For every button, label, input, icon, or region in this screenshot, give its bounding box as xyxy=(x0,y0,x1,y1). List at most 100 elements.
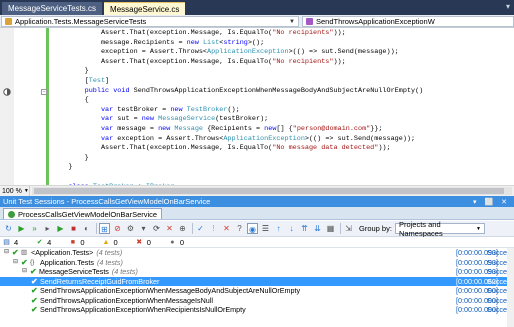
show-failed-icon[interactable]: ✕ xyxy=(221,223,232,234)
warning-icon: ▲ xyxy=(102,238,110,246)
track-running-icon[interactable]: ⊞ xyxy=(99,223,110,234)
group-by-select[interactable]: Projects and Namespaces ▼ xyxy=(394,220,485,238)
code-token: Test xyxy=(88,76,106,85)
code-token: testBroker = xyxy=(113,105,171,114)
tree-node: ✔ SendThrowsApplicationExceptionWhenRecip… xyxy=(31,305,246,315)
tool-window-title-bar: Unit Test Sessions - ProcessCallsGetView… xyxy=(0,196,514,207)
coverage-icon[interactable]: ◐ xyxy=(81,223,92,234)
tab-label: MessageService.cs xyxy=(110,4,180,14)
test-count[interactable]: ▲ 0 xyxy=(103,238,118,247)
tab-list-dropdown-icon[interactable]: ▾ xyxy=(506,2,510,11)
cancel-icon[interactable]: ⊘ xyxy=(112,223,123,234)
code-token: sut = xyxy=(113,115,142,124)
test-count-value: 4 xyxy=(47,237,52,247)
test-tree-row[interactable]: ⊟ ✔ ▥ <Application.Tests> (4 tests) [0:00:00.… xyxy=(0,248,514,258)
passed-icon: ✔ xyxy=(30,267,37,276)
test-tree-row[interactable]: ✔ SendThrowsApplicationExceptionWhenMessa… xyxy=(0,286,514,296)
session-icon xyxy=(8,210,15,218)
collapse-icon[interactable]: ⊟ xyxy=(13,258,21,268)
show-ignored-icon[interactable]: ! xyxy=(208,223,219,234)
tree-node: ✔ SendThrowsApplicationExceptionWhenMessa… xyxy=(31,286,300,296)
vertical-scrollbar[interactable] xyxy=(507,248,514,327)
tab-message-service[interactable]: MessageService.cs xyxy=(104,2,186,15)
check-icon: ✔ xyxy=(36,238,43,246)
test-count[interactable]: ● 0 xyxy=(169,238,184,247)
scrollbar-thumb[interactable] xyxy=(34,188,504,194)
next-icon[interactable]: ↓ xyxy=(286,223,297,234)
code-token: ApplicationException xyxy=(207,48,289,57)
horizontal-scrollbar[interactable] xyxy=(32,187,512,195)
test-count[interactable]: ✔ 4 xyxy=(36,237,52,247)
tab-message-service-tests[interactable]: MessageServiceTests.cs xyxy=(2,2,103,15)
code-token: var xyxy=(100,124,114,133)
type-selector[interactable]: Application.Tests.MessageServiceTests ▼ xyxy=(1,16,299,27)
editor-tab-strip: MessageServiceTests.cs MessageService.cs… xyxy=(0,0,514,15)
code-line: exception = Assert.Throws<ApplicationExc… xyxy=(0,48,514,58)
show-unknown-icon[interactable]: ? xyxy=(234,223,245,234)
run-until-fail-icon[interactable]: ⟳ xyxy=(151,223,162,234)
fold-toggle-icon[interactable]: − xyxy=(41,88,47,95)
unit-test-options-icon[interactable]: ⚙ xyxy=(125,223,136,234)
run-failed-icon[interactable]: ▶ xyxy=(55,223,66,234)
editor-bottom-bar: 100 % ▼ xyxy=(0,185,514,196)
filter-dropdown-icon[interactable]: ▾ xyxy=(138,223,149,234)
tree-node: ✔ SendReturnsReceiptGuidFromBroker xyxy=(31,277,159,287)
refresh-icon[interactable]: ↻ xyxy=(3,223,14,234)
code-text: } xyxy=(52,67,89,77)
output-icon[interactable]: ☰ xyxy=(260,223,271,234)
code-token: ] xyxy=(105,76,110,85)
cross-icon: ✖ xyxy=(136,238,143,246)
debug-icon[interactable]: ▸ xyxy=(42,223,53,234)
previous-icon[interactable]: ↑ xyxy=(273,223,284,234)
test-tree-row[interactable]: ✔ SendThrowsApplicationExceptionWhenMessa… xyxy=(0,296,514,306)
session-tab[interactable]: ProcessCallsGetViewModelOnBarService xyxy=(3,208,163,219)
code-text: public void SendThrowsApplicationExcepti… xyxy=(52,87,424,97)
expand-all-icon[interactable]: ⇊ xyxy=(312,223,323,234)
code-line: } xyxy=(0,67,514,77)
collapse-all-icon[interactable]: ⇈ xyxy=(299,223,310,234)
code-line: [Test] xyxy=(0,77,514,87)
zoom-selector[interactable]: 100 % ▼ xyxy=(0,186,30,196)
test-count-suffix: (4 tests) xyxy=(96,257,123,267)
test-count[interactable]: ■ 0 xyxy=(69,238,85,247)
remove-icon[interactable]: ✕ xyxy=(164,223,175,234)
code-line: } xyxy=(0,154,514,164)
test-name: MessageServiceTests xyxy=(39,267,109,276)
stop-icon[interactable]: ■ xyxy=(68,223,79,234)
session-tab-label: ProcessCallsGetViewModelOnBarService xyxy=(18,209,158,219)
collapse-icon[interactable]: ⊟ xyxy=(22,267,30,277)
code-token: "No recipients" xyxy=(272,57,334,66)
layout-icon[interactable]: ▦ xyxy=(325,223,336,234)
method-icon xyxy=(306,18,313,25)
code-text: } xyxy=(52,163,72,173)
window-controls[interactable]: ▾ ⬜ ✕ xyxy=(473,198,510,206)
run-selected-icon[interactable]: » xyxy=(29,223,40,234)
code-token: {Recipients = xyxy=(202,124,265,133)
session-tab-strip: ProcessCallsGetViewModelOnBarService xyxy=(0,207,514,220)
test-tree-row[interactable]: ⊟ ✔ MessageServiceTests (4 tests) [0:00:00.0… xyxy=(0,267,514,277)
collapse-icon[interactable]: ⊟ xyxy=(4,248,12,258)
code-line: } xyxy=(0,163,514,173)
member-selector[interactable]: SendThrowsApplicationExceptionW xyxy=(302,16,514,27)
code-token: exception = Assert.Throws< xyxy=(113,134,224,143)
test-tree-row[interactable]: ✔ SendThrowsApplicationExceptionWhenRecip… xyxy=(0,305,514,315)
export-icon[interactable]: ⇲ xyxy=(343,223,354,234)
run-all-icon[interactable]: ▶ xyxy=(16,223,27,234)
test-count[interactable]: ✖ 0 xyxy=(136,238,151,247)
test-count[interactable]: ▤ 4 xyxy=(3,238,18,247)
code-token: } xyxy=(84,153,89,162)
code-token: var xyxy=(100,105,114,114)
show-passed-icon[interactable]: ✓ xyxy=(195,223,206,234)
code-editor[interactable]: Assert.That(exception.Message, Is.EqualT… xyxy=(0,28,514,185)
test-tree-row[interactable]: ⊟ ✔{} Application.Tests (4 tests) [0:00:00.0… xyxy=(0,258,514,268)
append-icon[interactable]: ⊕ xyxy=(177,223,188,234)
toolbar-separator xyxy=(192,223,193,234)
test-tree-row[interactable]: ✔ SendReturnsReceiptGuidFromBroker [0:00:0… xyxy=(0,276,514,287)
test-status-icon[interactable] xyxy=(3,87,11,96)
show-all-icon[interactable]: ◉ xyxy=(247,223,258,234)
